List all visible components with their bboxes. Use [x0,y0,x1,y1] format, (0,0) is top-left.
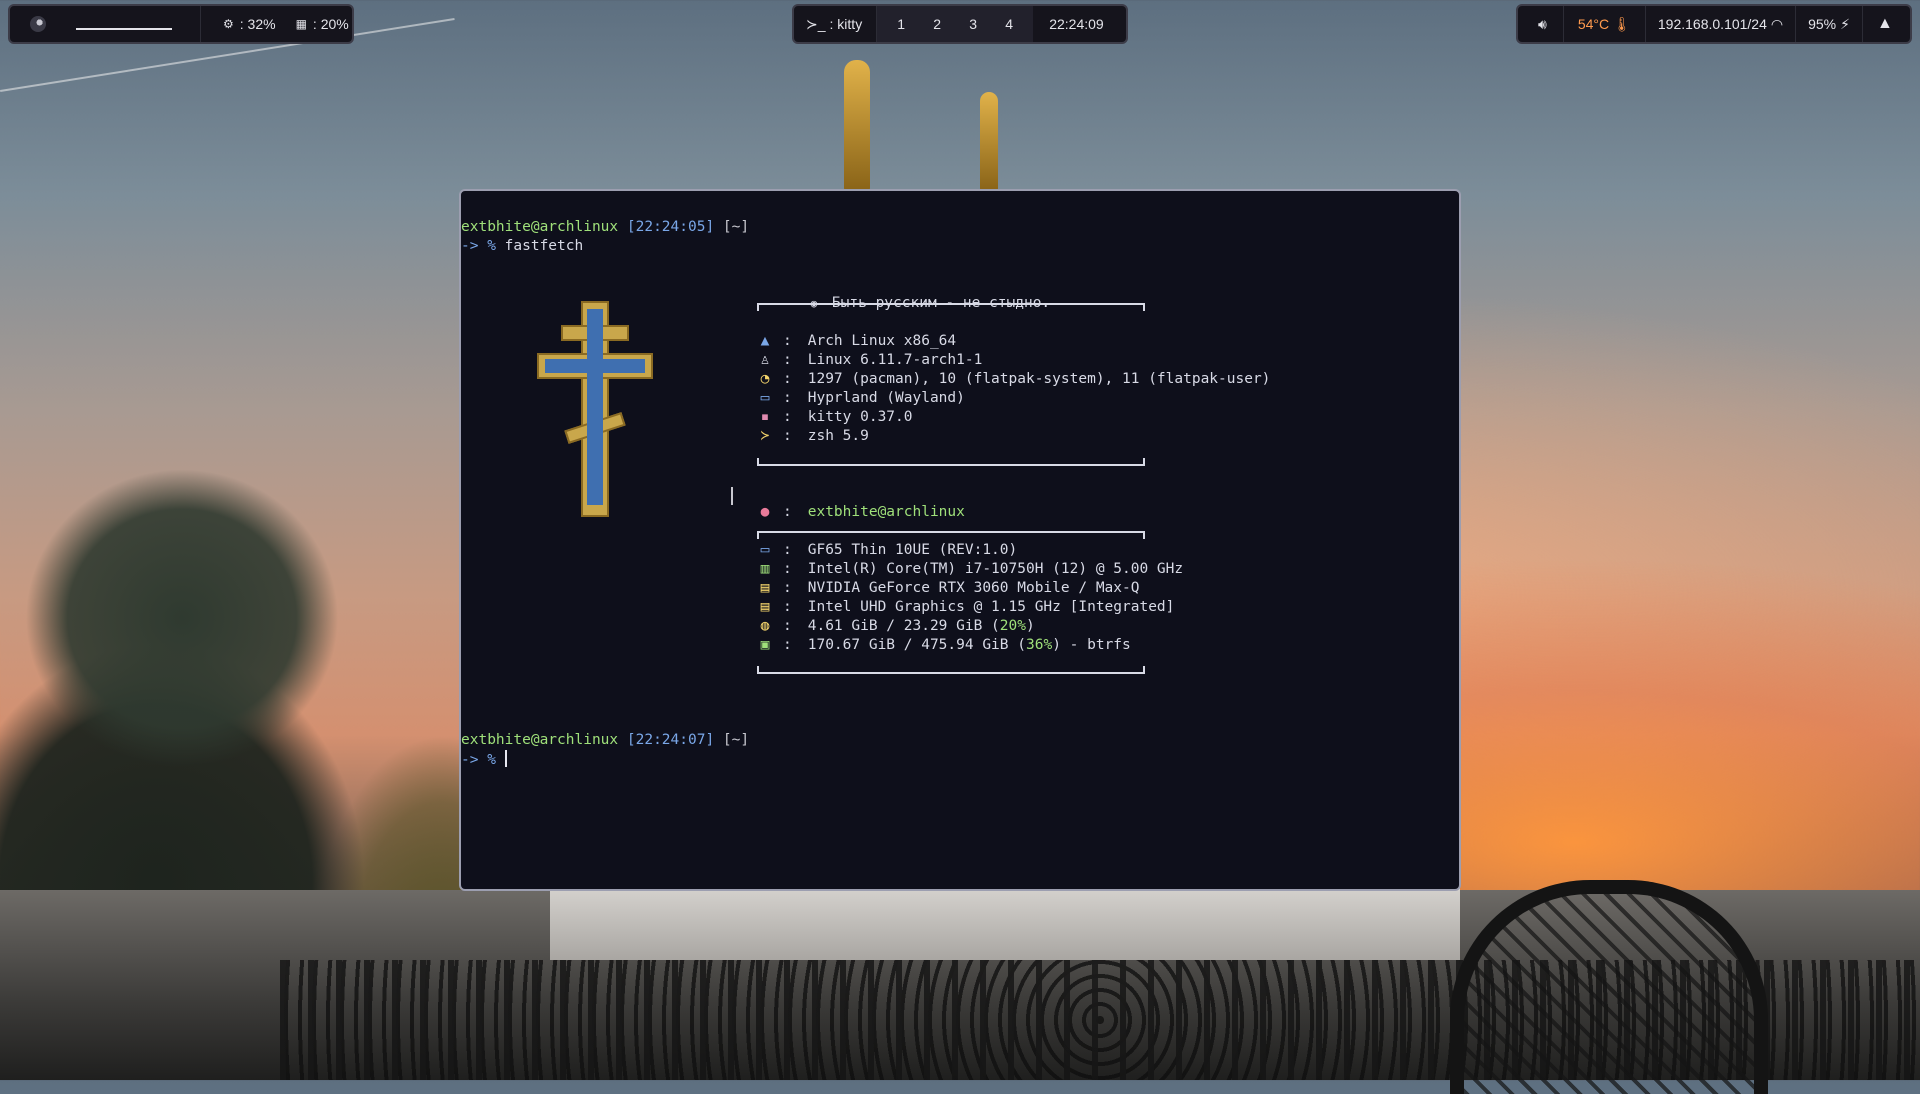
arch-menu[interactable]: ▲ [1863,6,1907,42]
info-wm-value: Hyprland (Wayland) [807,390,965,406]
window-title-placeholder [76,28,172,30]
workspace-3[interactable]: 3 [955,16,991,32]
speaker-icon: 🔊︎ [1538,15,1547,32]
info-host: ▭: GF65 Thin 10UE (REV:1.0) [757,541,1018,560]
terminal-window[interactable]: extbhite@archlinux [22:24:05] [~] -> % f… [459,189,1461,891]
info-terminal: ▪: kitty 0.37.0 [757,408,913,427]
battery[interactable]: 95% ⚡︎ [1796,6,1863,42]
user-icon: ● [760,504,770,520]
temperature[interactable]: 54°C 🌡︎ [1564,6,1646,42]
topbar-center-module: ≻_ : kitty 1 2 3 4 22:24:09 [792,4,1128,44]
memory-icon: ▦ [295,17,307,31]
info-cpu: ▥: Intel(R) Core(TM) i7-10750H (12) @ 5.0… [757,560,1184,579]
disk-percent: 36% [1025,637,1053,653]
gear-icon: ⚙ [223,17,234,31]
info-shell: ≻: zsh 5.9 [757,427,869,446]
info-packages-value: 1297 (pacman), 10 (flatpak-system), 11 (… [807,371,1271,387]
prompt-icon: ≻ [760,428,770,444]
network-label: 192.168.0.101/24 [1657,16,1767,32]
terminal-cursor [504,750,507,767]
prompt-arrow: -> % [461,238,496,254]
memory-icon: ◍ [760,618,770,634]
info-memory: ◍:4.61 GiB / 23.29 GiB (20%) [757,617,1035,636]
clock[interactable]: 22:24:09 [1033,6,1104,42]
active-window-label: : kitty [829,16,863,32]
disk-icon: ▣ [760,637,770,653]
gpu-icon: ▤ [760,599,770,615]
info-user: ●: extbhite@archlinux [757,503,965,522]
info-packages: ◔:1297 (pacman), 10 (flatpak-system), 11… [757,370,1271,389]
arch-logo-icon: ▲ [1876,15,1893,32]
prompt-line-2: extbhite@archlinux [22:24:07] [~] [461,731,749,750]
workspace-4[interactable]: 4 [991,16,1027,32]
info-gpu-2-value: Intel UHD Graphics @ 1.15 GHz [Integrate… [807,599,1175,615]
info-cpu-value: Intel(R) Core(TM) i7-10750H (12) @ 5.00 … [807,561,1184,577]
prompt-arrow: -> % [461,752,496,768]
monitor-icon: ▭ [760,390,770,406]
command-line-2[interactable]: -> % [461,750,507,770]
cpu-usage-label: : 32% [239,16,276,32]
prompt-line-1: extbhite@archlinux [22:24:05] [~] [461,218,749,237]
info-terminal-value: kitty 0.37.0 [807,409,913,425]
wallpaper-spire-left [844,60,870,190]
workspace-1[interactable]: 1 [883,16,919,32]
cpu-chip-icon: ▥ [760,561,770,577]
window-title-segment [62,6,201,42]
info-os-value: Arch Linux x86_64 [807,333,957,349]
tux-icon: ♙ [760,352,770,368]
active-window[interactable]: ≻_ : kitty [794,6,878,42]
info-gpu-2: ▤: Intel UHD Graphics @ 1.15 GHz [Integra… [757,598,1175,617]
info-host-value: GF65 Thin 10UE (REV:1.0) [807,542,1018,558]
mouse-text-cursor [731,487,733,505]
topbar-left-module: ⚙ : 32% ▦ : 20% [8,4,354,44]
package-icon: ◔ [760,371,770,387]
terminal-app-icon: ▪ [760,409,770,425]
info-disk: ▣:170.67 GiB / 475.94 GiB (36%) - btrfs [757,636,1131,655]
clock-label: 22:24:09 [1049,16,1104,32]
prompt-dir: [~] [722,732,750,748]
box-divider [757,303,1145,312]
info-shell-value: zsh 5.9 [807,428,869,444]
temperature-label: 54°C [1577,16,1610,32]
workspaces: 1 2 3 4 [877,6,1034,42]
prompt-user: extbhite@archlinux [461,219,619,235]
info-os: ▲: Arch Linux x86_64 [757,332,957,351]
prompt-time: [22:24:07] [626,732,715,748]
terminal-prompt-icon: ≻_ [806,15,826,32]
network[interactable]: 192.168.0.101/24 ◠ [1646,6,1797,42]
info-kernel: ♙: Linux 6.11.7-arch1-1 [757,351,983,370]
command-text: fastfetch [504,238,584,254]
cpu-usage[interactable]: ⚙ : 32% [201,6,296,42]
gpu-icon: ▤ [760,580,770,596]
box-divider [757,665,1145,674]
wallpaper-spire-right [980,92,998,190]
arch-logo-icon: ▲ [760,333,770,349]
workspace-2[interactable]: 2 [919,16,955,32]
wallpaper-building [550,880,1460,960]
orthodox-cross-image [537,301,653,517]
wifi-icon: ◠ [1770,15,1784,32]
command-line-1: -> % fastfetch [461,237,583,256]
ram-usage-label: : 20% [312,16,349,32]
info-wm: ▭: Hyprland (Wayland) [757,389,965,408]
launcher-segment[interactable] [10,6,62,42]
ram-usage[interactable]: ▦ : 20% [296,6,369,42]
box-divider [757,531,1145,540]
info-user-value: extbhite@archlinux [807,504,965,520]
info-gpu-1-value: NVIDIA GeForce RTX 3060 Mobile / Max-Q [807,580,1140,596]
memory-percent: 20% [999,618,1026,634]
battery-charging-icon: ⚡︎ [1840,15,1850,32]
topbar-right-module: 🔊︎ 54°C 🌡︎ 192.168.0.101/24 ◠ 95% ⚡︎ ▲ [1516,4,1912,44]
info-gpu-1: ▤: NVIDIA GeForce RTX 3060 Mobile / Max-Q [757,579,1140,598]
battery-label: 95% [1808,16,1837,32]
thermometer-icon: 🌡︎ [1613,15,1631,32]
box-divider [757,457,1145,466]
prompt-user: extbhite@archlinux [461,732,619,748]
laptop-icon: ▭ [760,542,770,558]
prompt-dir: [~] [722,219,750,235]
launcher-icon[interactable] [30,16,46,32]
volume[interactable]: 🔊︎ [1518,6,1564,42]
info-kernel-value: Linux 6.11.7-arch1-1 [807,352,983,368]
prompt-time: [22:24:05] [626,219,715,235]
